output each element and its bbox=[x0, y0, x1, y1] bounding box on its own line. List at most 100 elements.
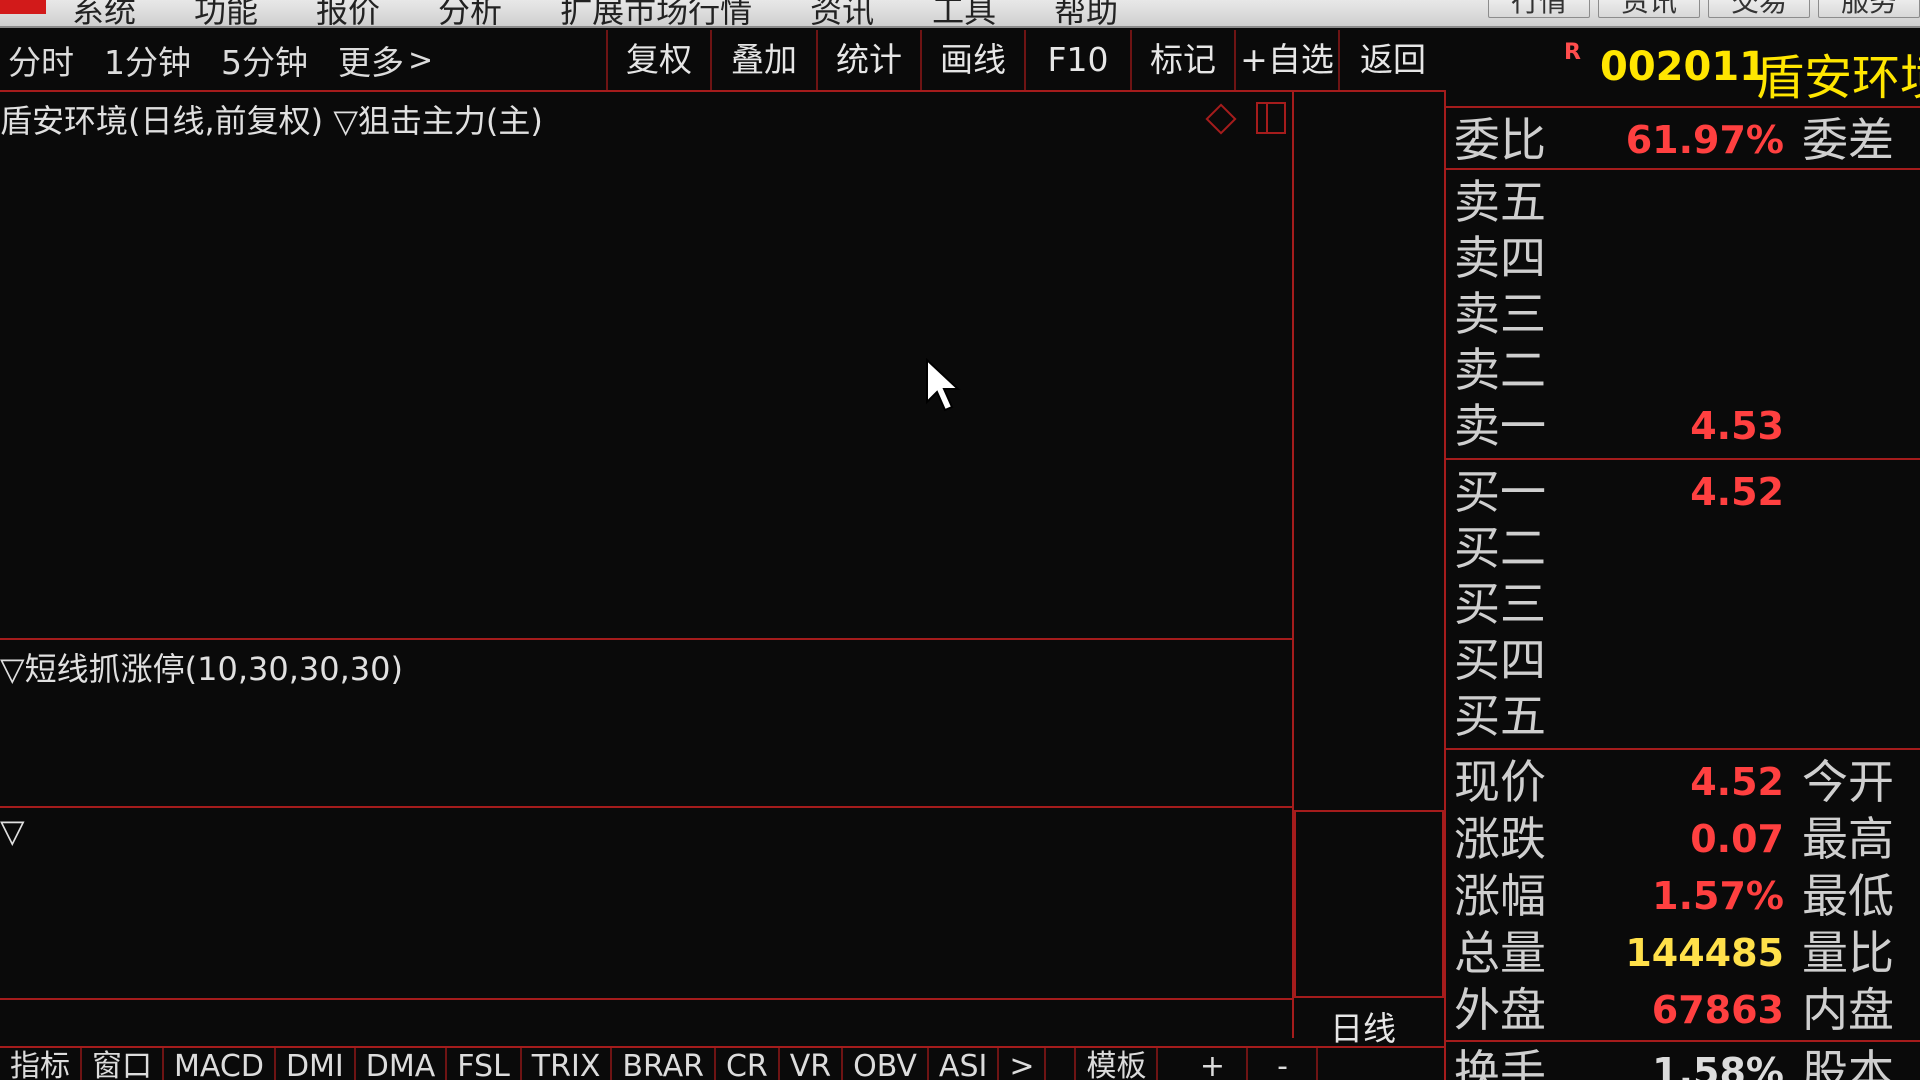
share-capital-label: 股本 bbox=[1802, 1045, 1894, 1080]
tab-brar[interactable]: BRAR bbox=[612, 1048, 716, 1080]
chart-tools: 复权 叠加 统计 画线 F10 标记 +自选 返回 bbox=[606, 30, 1446, 90]
tab-vr[interactable]: VR bbox=[780, 1048, 844, 1080]
weibi-label: 委比 bbox=[1454, 113, 1546, 167]
tool-overlay-button[interactable]: 叠加 bbox=[710, 30, 816, 90]
period-selector: 分时 1分钟 5分钟 更多 > bbox=[0, 30, 433, 90]
tab-window[interactable]: 窗口 bbox=[82, 1048, 164, 1080]
indicator-pane-2[interactable]: ▽ bbox=[0, 808, 1294, 1000]
sell-4-label: 卖四 bbox=[1454, 231, 1546, 285]
stat-row-price: 现价 4.52 今开 bbox=[1446, 754, 1920, 810]
buy-5-label: 买五 bbox=[1454, 689, 1546, 743]
tool-mark-button[interactable]: 标记 bbox=[1130, 30, 1234, 90]
open-label: 今开 bbox=[1802, 755, 1894, 809]
panel-toggle-icon[interactable] bbox=[1256, 102, 1286, 134]
separator bbox=[1446, 1040, 1920, 1042]
tab-market[interactable]: 行情 bbox=[1488, 0, 1590, 18]
tab-asi[interactable]: ASI bbox=[929, 1048, 1000, 1080]
main-chart-pane[interactable]: 盾安环境(日线,前复权) ▽狙击主力(主) bbox=[0, 92, 1294, 640]
menu-item-tools[interactable]: 工具 bbox=[932, 0, 996, 26]
sell-1-label: 卖一 bbox=[1454, 399, 1546, 453]
indicator-tabs: 指标 窗口 MACD DMI DMA FSL TRIX BRAR CR VR O… bbox=[0, 1046, 1446, 1080]
tab-empty bbox=[1046, 1048, 1077, 1080]
tab-info[interactable]: 资讯 bbox=[1598, 0, 1700, 18]
main-pane-title[interactable]: 盾安环境(日线,前复权) ▽狙击主力(主) bbox=[0, 96, 543, 142]
chevron-right-icon[interactable]: > bbox=[408, 43, 433, 78]
buy-1-row: 买一 4.52 bbox=[1446, 464, 1920, 520]
buy-2-row: 买二 bbox=[1446, 520, 1920, 576]
separator bbox=[1446, 168, 1920, 170]
current-period-label: 日线 bbox=[1330, 1009, 1396, 1048]
stock-code: 002011 bbox=[1600, 44, 1767, 90]
menu-item-function[interactable]: 功能 bbox=[194, 0, 258, 26]
quote-panel: R 002011 盾安环境 委比 61.97% 委差 卖五 卖四 卖三 卖二 卖… bbox=[1446, 30, 1920, 1080]
tab-trade[interactable]: 交易 bbox=[1708, 0, 1810, 18]
price-label: 现价 bbox=[1454, 755, 1546, 809]
change-pct-value: 1.57% bbox=[1652, 874, 1784, 918]
menu-item-analysis[interactable]: 分析 bbox=[438, 0, 502, 26]
stat-row-change-pct: 涨幅 1.57% 最低 bbox=[1446, 868, 1920, 924]
sell-4-row: 卖四 bbox=[1446, 230, 1920, 286]
sell-5-row: 卖五 bbox=[1446, 174, 1920, 230]
menu-item-extended-market[interactable]: 扩展市场行情 bbox=[560, 0, 752, 26]
buy-5-row: 买五 bbox=[1446, 688, 1920, 744]
period-more[interactable]: 更多 bbox=[338, 36, 408, 84]
period-intraday[interactable]: 分时 bbox=[8, 36, 96, 84]
indicator-pane-1-title[interactable]: ▽短线抓涨停(10,30,30,30) bbox=[0, 644, 403, 690]
weicha-label: 委差 bbox=[1802, 113, 1894, 167]
separator bbox=[1446, 748, 1920, 750]
sell-2-row: 卖二 bbox=[1446, 342, 1920, 398]
price-value: 4.52 bbox=[1690, 760, 1784, 804]
tab-cr[interactable]: CR bbox=[716, 1048, 780, 1080]
mouse-cursor-icon bbox=[926, 358, 961, 412]
top-right-tabs: 行情 资讯 交易 服务 bbox=[1488, 0, 1920, 18]
low-label: 最低 bbox=[1802, 869, 1894, 923]
buy-1-value: 4.52 bbox=[1690, 470, 1784, 514]
tab-indicator[interactable]: 指标 bbox=[0, 1048, 82, 1080]
add-pane-button[interactable]: + bbox=[1178, 1048, 1249, 1080]
tool-add-watchlist-button[interactable]: +自选 bbox=[1234, 30, 1338, 90]
change-label: 涨跌 bbox=[1454, 812, 1546, 866]
tab-trix[interactable]: TRIX bbox=[522, 1048, 613, 1080]
period-1min[interactable]: 1分钟 bbox=[104, 36, 213, 84]
menu-item-info[interactable]: 资讯 bbox=[810, 0, 874, 26]
chart-area[interactable]: 盾安环境(日线,前复权) ▽狙击主力(主) ▽短线抓涨停(10,30,30,30… bbox=[0, 92, 1446, 1080]
tab-dma[interactable]: DMA bbox=[356, 1048, 448, 1080]
remove-pane-button[interactable]: - bbox=[1248, 1048, 1319, 1080]
stat-row-turnover: 换手 1.58% 股本 bbox=[1446, 1044, 1920, 1080]
menu-item-help[interactable]: 帮助 bbox=[1054, 0, 1118, 26]
menu-item-quote[interactable]: 报价 bbox=[316, 0, 380, 26]
change-value: 0.07 bbox=[1690, 817, 1784, 861]
stat-row-outer: 外盘 67863 内盘 bbox=[1446, 982, 1920, 1038]
volume-label: 总量 bbox=[1454, 926, 1546, 980]
tab-obv[interactable]: OBV bbox=[843, 1048, 929, 1080]
tab-fsl[interactable]: FSL bbox=[447, 1048, 522, 1080]
sell-5-label: 卖五 bbox=[1454, 175, 1546, 229]
indicator-pane-1[interactable]: ▽短线抓涨停(10,30,30,30) bbox=[0, 640, 1294, 808]
tool-statistics-button[interactable]: 统计 bbox=[816, 30, 920, 90]
diamond-icon[interactable] bbox=[1205, 103, 1237, 135]
sell-1-value: 4.53 bbox=[1690, 404, 1784, 448]
buy-2-label: 买二 bbox=[1454, 521, 1546, 575]
tool-adjust-rights-button[interactable]: 复权 bbox=[606, 30, 710, 90]
tool-f10-button[interactable]: F10 bbox=[1024, 30, 1130, 90]
turnover-value: 1.58% bbox=[1652, 1050, 1784, 1080]
stat-row-change: 涨跌 0.07 最高 bbox=[1446, 811, 1920, 867]
weibi-value: 61.97% bbox=[1625, 118, 1784, 162]
period-5min[interactable]: 5分钟 bbox=[221, 36, 330, 84]
volume-value: 144485 bbox=[1625, 931, 1784, 975]
sell-1-row: 卖一 4.53 bbox=[1446, 398, 1920, 454]
tab-service[interactable]: 服务 bbox=[1818, 0, 1920, 18]
menu-items: 系统 功能 报价 分析 扩展市场行情 资讯 工具 帮助 bbox=[72, 0, 1118, 26]
chart-toolbar: 分时 1分钟 5分钟 更多 > 复权 叠加 统计 画线 F10 标记 +自选 返… bbox=[0, 30, 1446, 92]
tab-dmi[interactable]: DMI bbox=[276, 1048, 356, 1080]
tool-back-button[interactable]: 返回 bbox=[1338, 30, 1446, 90]
tab-template[interactable]: 模板 bbox=[1076, 1048, 1159, 1080]
tabs-scroll-right-button[interactable]: > bbox=[999, 1048, 1047, 1080]
menu-item-system[interactable]: 系统 bbox=[72, 0, 136, 26]
tool-draw-line-button[interactable]: 画线 bbox=[920, 30, 1024, 90]
axis-box bbox=[1294, 810, 1444, 998]
indicator-pane-2-title[interactable]: ▽ bbox=[0, 812, 25, 850]
tab-macd[interactable]: MACD bbox=[164, 1048, 276, 1080]
stock-name: 盾安环境 bbox=[1756, 50, 1920, 106]
stat-row-volume: 总量 144485 量比 bbox=[1446, 925, 1920, 981]
